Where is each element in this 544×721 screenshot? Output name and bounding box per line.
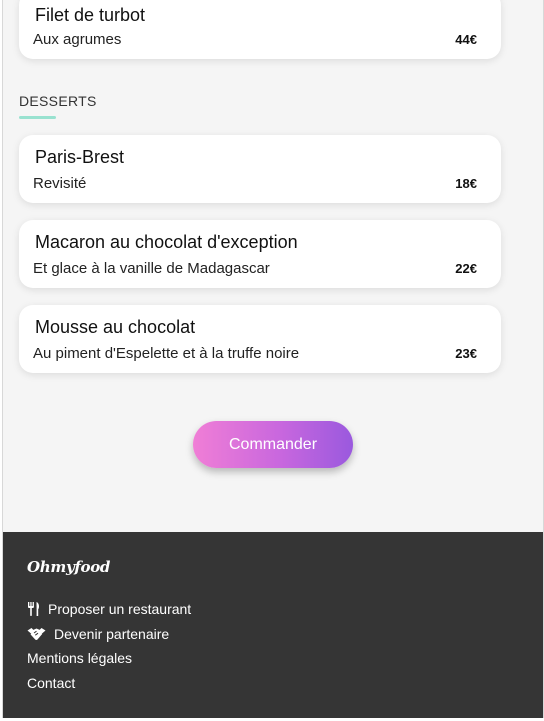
dish-description: Revisité: [33, 175, 87, 192]
footer-link-become-partner[interactable]: Devenir partenaire: [27, 626, 169, 642]
dish-price: 23€: [455, 346, 477, 361]
section-title-desserts: DESSERTS: [19, 93, 97, 109]
section-underline: [19, 116, 56, 119]
dish-description: Aux agrumes: [33, 31, 122, 48]
footer-link-propose-restaurant[interactable]: Proposer un restaurant: [27, 601, 191, 617]
dish-price: 44€: [455, 32, 477, 47]
order-button[interactable]: Commander: [193, 421, 353, 468]
footer-link-legal-notices[interactable]: Mentions légales: [27, 650, 132, 666]
dish-card-mousse[interactable]: Mousse au chocolat Au piment d'Espelette…: [19, 305, 501, 373]
dish-price: 18€: [455, 176, 477, 191]
footer-link-label: Devenir partenaire: [54, 626, 170, 642]
dish-name: Filet de turbot: [35, 5, 146, 25]
footer-link-contact[interactable]: Contact: [27, 675, 75, 691]
dish-card-macaron[interactable]: Macaron au chocolat d'exception Et glace…: [19, 220, 501, 288]
dish-card-paris-brest[interactable]: Paris-Brest Revisité 18€: [19, 135, 501, 203]
utensils-icon: [27, 602, 41, 616]
dish-name: Paris-Brest: [35, 147, 125, 167]
dish-name: Macaron au chocolat d'exception: [35, 232, 298, 252]
footer-link-label: Proposer un restaurant: [48, 601, 192, 617]
footer-brand-logo: Ohmyfood: [27, 558, 111, 576]
dish-name: Mousse au chocolat: [35, 317, 196, 337]
footer: Ohmyfood Proposer un restaurant Devenir …: [3, 532, 543, 718]
page-frame: Filet de turbot Aux agrumes 44€ DESSERTS…: [2, 0, 544, 718]
dish-card-filet-de-turbot[interactable]: Filet de turbot Aux agrumes 44€: [19, 0, 501, 59]
dish-price: 22€: [455, 261, 477, 276]
handshake-icon: [27, 627, 46, 641]
dish-description: Et glace à la vanille de Madagascar: [33, 260, 270, 277]
dish-description: Au piment d'Espelette et à la truffe noi…: [33, 345, 300, 362]
